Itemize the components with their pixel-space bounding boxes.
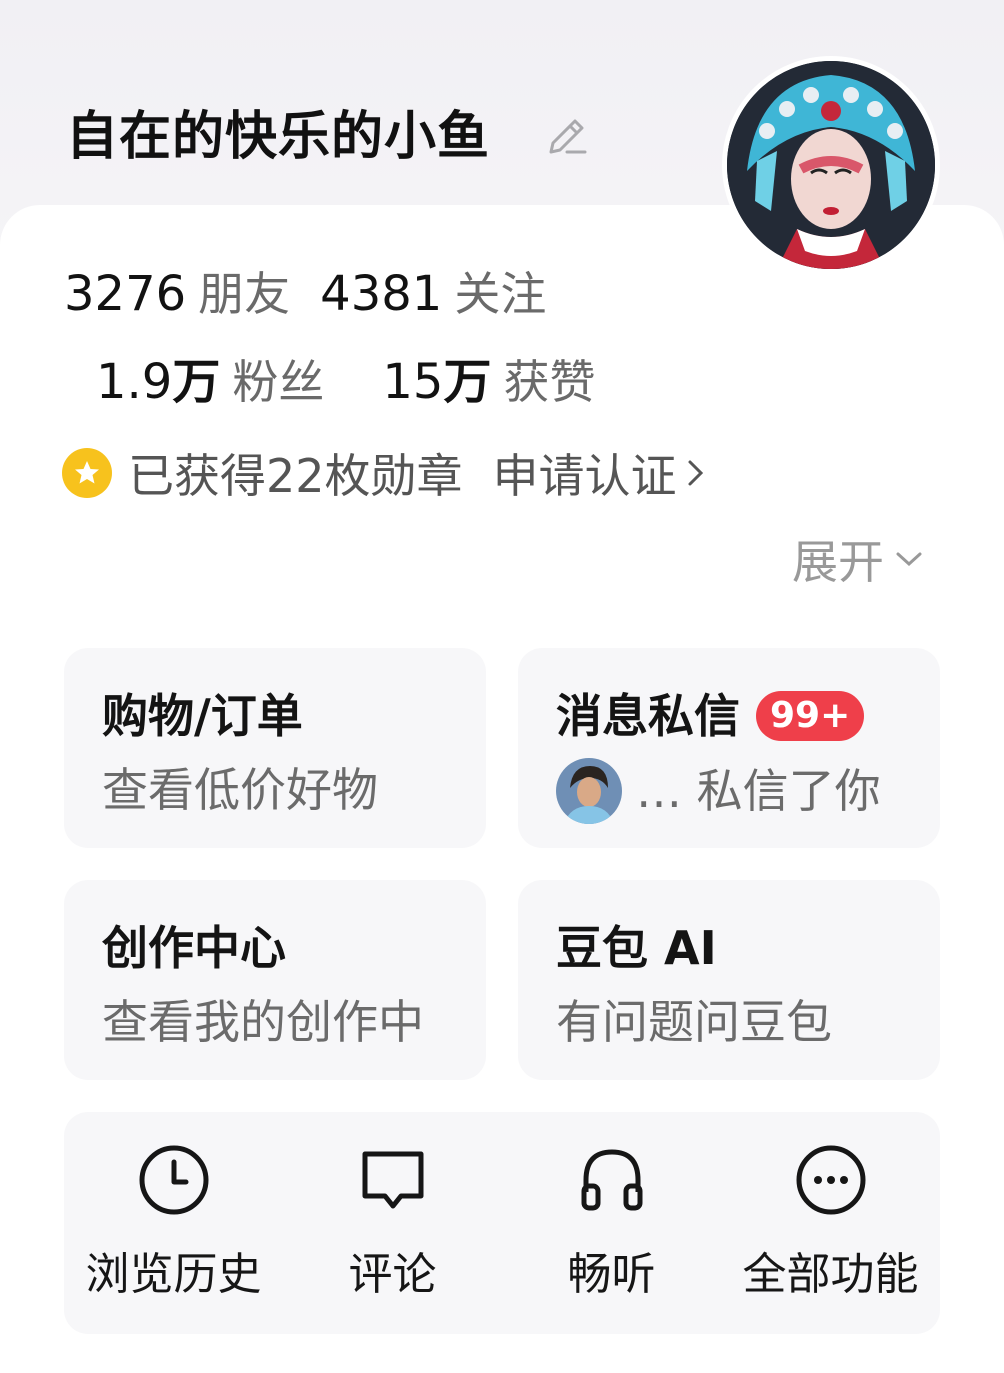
chevron-down-icon: [896, 552, 922, 567]
username: 自在的快乐的小鱼: [66, 107, 491, 167]
likes-count: 15万: [382, 350, 491, 414]
doubao-ai-title: 豆包 AI: [556, 921, 717, 975]
listen-button[interactable]: 畅听: [502, 1112, 721, 1334]
stats-row-2: 1.9万 粉丝 15万 获赞: [96, 350, 595, 414]
following-label: 关注: [454, 267, 547, 321]
fans-count-number: 1.9: [96, 354, 173, 410]
fans-count-unit: 万: [172, 354, 221, 410]
medal-icon: [62, 448, 112, 498]
shopping-orders-subtitle: 查看低价好物: [102, 763, 378, 817]
avatar[interactable]: [722, 56, 940, 274]
likes-label: 获赞: [503, 355, 596, 409]
likes-count-unit: 万: [443, 354, 492, 410]
badge-row: 已获得22枚勋章 申请认证: [62, 440, 705, 506]
sender-avatar: [556, 758, 622, 824]
comment-icon: [362, 1151, 424, 1209]
quick-tools-bar: 浏览历史 评论 畅听 全部功能: [64, 1112, 940, 1334]
all-features-label: 全部功能: [742, 1249, 919, 1300]
doubao-ai-tile[interactable]: 豆包 AI 有问题问豆包: [518, 880, 940, 1080]
fans-count: 1.9万: [96, 350, 220, 414]
browse-history-label: 浏览历史: [85, 1249, 262, 1300]
apply-verification-label: 申请认证: [492, 449, 677, 503]
all-features-button[interactable]: 全部功能: [721, 1112, 940, 1334]
expand-label: 展开: [792, 535, 884, 589]
messages-title: 消息私信: [556, 689, 740, 743]
edit-icon[interactable]: [543, 112, 591, 160]
listen-label: 畅听: [567, 1249, 656, 1300]
chevron-right-icon: [688, 460, 703, 486]
message-preview: … 私信了你: [556, 758, 881, 824]
clock-icon: [139, 1145, 209, 1215]
creator-center-tile[interactable]: 创作中心 查看我的创作中: [64, 880, 486, 1080]
friends-label: 朋友: [198, 267, 291, 321]
creator-center-subtitle: 查看我的创作中: [102, 995, 424, 1049]
comments-label: 评论: [348, 1249, 437, 1300]
creator-center-title: 创作中心: [102, 921, 286, 975]
fans-stat[interactable]: 1.9万 粉丝: [96, 350, 324, 414]
following-count: 4381: [320, 266, 443, 322]
apply-verification-link[interactable]: 申请认证: [493, 440, 705, 506]
doubao-ai-subtitle: 有问题问豆包: [556, 995, 832, 1049]
likes-stat[interactable]: 15万 获赞: [382, 350, 595, 414]
shopping-orders-title: 购物/订单: [102, 689, 303, 743]
friends-stat[interactable]: 3276 朋友: [64, 262, 290, 326]
badges-earned-text[interactable]: 已获得22枚勋章: [128, 440, 463, 506]
more-icon: [796, 1145, 866, 1215]
following-stat[interactable]: 4381 关注: [320, 262, 546, 326]
messages-tile[interactable]: 消息私信 99+ … 私信了你: [518, 648, 940, 848]
message-preview-text: … 私信了你: [636, 764, 881, 818]
avatar-image: [727, 61, 935, 269]
likes-count-number: 15: [382, 354, 444, 410]
expand-button[interactable]: 展开: [792, 526, 924, 592]
friends-count: 3276: [64, 266, 187, 322]
comments-button[interactable]: 评论: [283, 1112, 502, 1334]
browse-history-button[interactable]: 浏览历史: [64, 1112, 283, 1334]
stats-row-1: 3276 朋友 4381 关注: [64, 262, 546, 326]
fans-label: 粉丝: [232, 355, 325, 409]
headphones-icon: [581, 1149, 643, 1211]
messages-title-row: 消息私信 99+: [556, 688, 865, 744]
shopping-orders-tile[interactable]: 购物/订单 查看低价好物: [64, 648, 486, 848]
unread-count-badge: 99+: [756, 691, 865, 741]
